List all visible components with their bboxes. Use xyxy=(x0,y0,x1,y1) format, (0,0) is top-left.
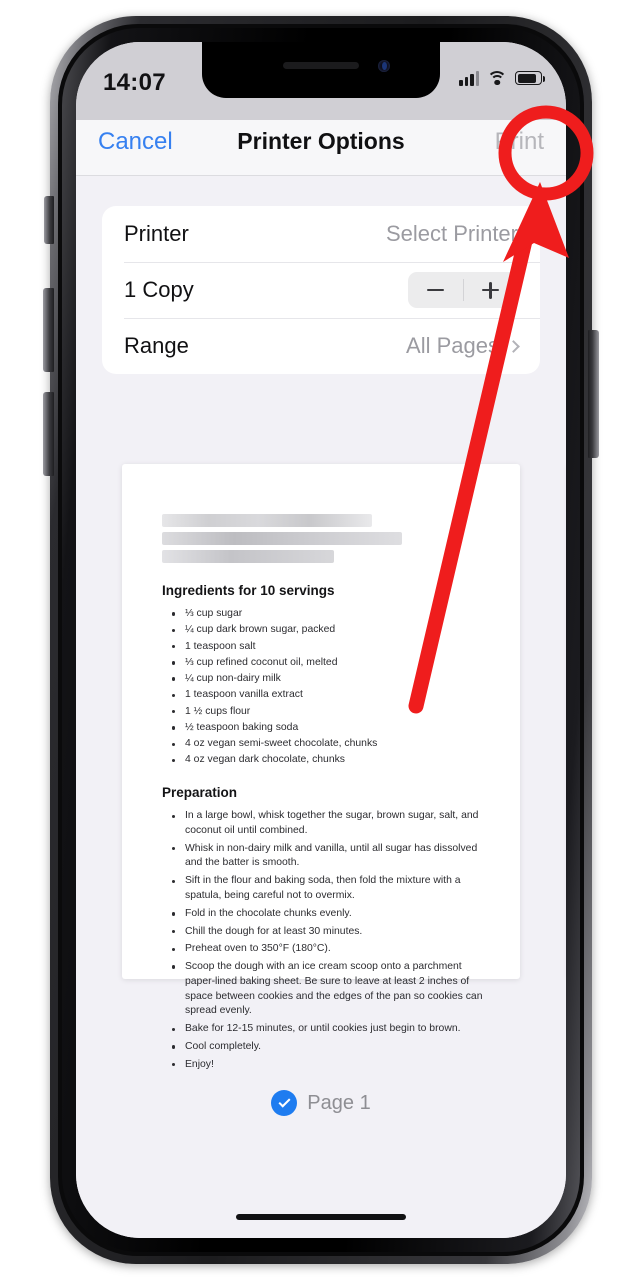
printer-row-value: Select Printer xyxy=(386,221,518,247)
list-item: 1 teaspoon vanilla extract xyxy=(172,688,494,703)
plus-icon xyxy=(482,281,499,299)
copies-row: 1 Copy xyxy=(102,262,540,318)
list-item: Enjoy! xyxy=(172,1058,494,1073)
list-item: Fold in the chocolate chunks evenly. xyxy=(172,907,494,922)
list-item: 4 oz vegan dark chocolate, chunks xyxy=(172,753,494,768)
printer-row-label: Printer xyxy=(124,221,189,246)
display-notch xyxy=(202,42,440,98)
range-row-value-text: All Pages xyxy=(406,333,499,358)
print-button[interactable]: Print xyxy=(495,128,544,156)
front-camera-icon xyxy=(378,60,390,72)
ingredients-list: ⅓ cup sugar ¼ cup dark brown sugar, pack… xyxy=(172,607,494,768)
page-preview-card[interactable]: Ingredients for 10 servings ⅓ cup sugar … xyxy=(122,464,520,1117)
phone-screen: 14:07 Cancel Printer Options Print Print… xyxy=(76,42,566,1238)
decrement-copies-button[interactable] xyxy=(408,272,463,308)
volume-down-button[interactable] xyxy=(43,392,54,476)
copies-row-label: 1 Copy xyxy=(124,277,194,302)
list-item: Sift in the flour and baking soda, then … xyxy=(172,874,494,904)
document-title-redacted xyxy=(162,514,494,563)
earpiece-speaker xyxy=(283,62,359,69)
printer-row-value-text: Select Printer xyxy=(385,221,518,246)
checkmark-circle-icon xyxy=(271,1090,298,1117)
list-item: ⅓ cup sugar xyxy=(172,607,494,622)
ingredients-heading: Ingredients for 10 servings xyxy=(162,583,335,598)
range-row-value: All Pages xyxy=(406,333,520,359)
print-preview-area: Ingredients for 10 servings ⅓ cup sugar … xyxy=(76,464,566,1238)
page-number-label: Page 1 xyxy=(307,1091,371,1114)
home-indicator[interactable] xyxy=(236,1214,406,1220)
status-bar-time: 14:07 xyxy=(103,69,166,96)
page-selection-indicator[interactable]: Page 1 xyxy=(148,1090,494,1117)
volume-up-button[interactable] xyxy=(43,288,54,372)
list-item: ¼ cup non-dairy milk xyxy=(172,672,494,687)
copies-stepper[interactable] xyxy=(408,272,518,308)
list-item: 1 ½ cups flour xyxy=(172,705,494,720)
preparation-list: In a large bowl, whisk together the suga… xyxy=(172,809,494,1072)
increment-copies-button[interactable] xyxy=(463,272,518,308)
list-item: 4 oz vegan semi-sweet chocolate, chunks xyxy=(172,737,494,752)
wifi-icon xyxy=(487,70,507,86)
range-row[interactable]: Range All Pages xyxy=(102,318,540,374)
mute-switch-button[interactable] xyxy=(44,196,54,244)
printer-row[interactable]: Printer Select Printer xyxy=(102,206,540,262)
range-row-label: Range xyxy=(124,333,189,358)
cellular-signal-icon xyxy=(459,70,479,86)
printer-options-list: Printer Select Printer 1 Copy Range All … xyxy=(102,206,540,374)
list-item: Cool completely. xyxy=(172,1040,494,1055)
minus-icon xyxy=(427,288,444,292)
list-item: ½ teaspoon baking soda xyxy=(172,721,494,736)
chevron-right-icon xyxy=(507,339,520,353)
power-button[interactable] xyxy=(588,330,599,458)
printer-options-sheet: Cancel Printer Options Print Printer Sel… xyxy=(76,108,566,1238)
preparation-heading: Preparation xyxy=(162,785,238,801)
battery-icon xyxy=(515,71,545,85)
list-item: Whisk in non-dairy milk and vanilla, unt… xyxy=(172,842,494,872)
list-item: 1 teaspoon salt xyxy=(172,640,494,655)
status-bar-icons xyxy=(459,70,545,86)
list-item: ¼ cup dark brown sugar, packed xyxy=(172,623,494,638)
list-item: Scoop the dough with an ice cream scoop … xyxy=(172,960,494,1019)
list-item: Preheat oven to 350°F (180°C). xyxy=(172,942,494,957)
cancel-button[interactable]: Cancel xyxy=(98,128,173,156)
screenshot-stage: 14:07 Cancel Printer Options Print Print… xyxy=(0,0,642,1280)
list-item: ⅓ cup refined coconut oil, melted xyxy=(172,656,494,671)
list-item: In a large bowl, whisk together the suga… xyxy=(172,809,494,839)
list-item: Bake for 12-15 minutes, or until cookies… xyxy=(172,1022,494,1037)
list-item: Chill the dough for at least 30 minutes. xyxy=(172,925,494,940)
